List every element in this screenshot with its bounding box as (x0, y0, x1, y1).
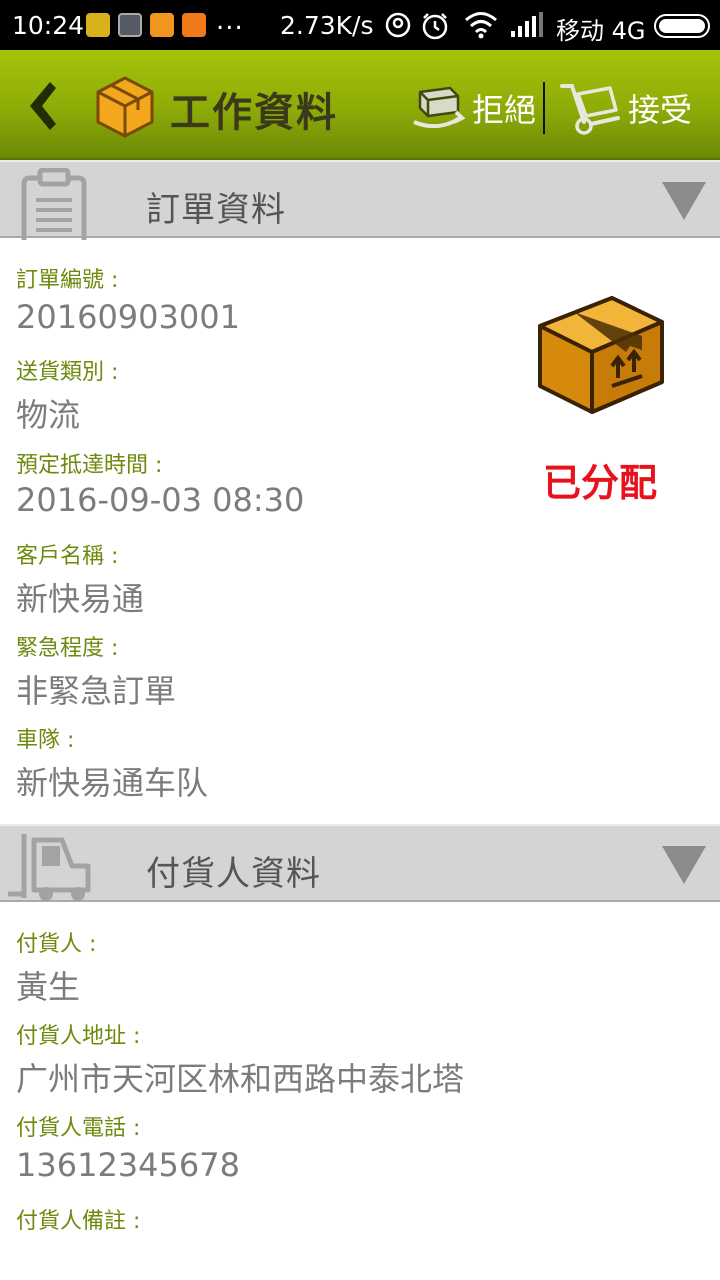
delivery-type-label: 送貨類別 : (16, 360, 119, 385)
order-number-label: 訂單編號 : (16, 268, 119, 293)
toolbar-divider (543, 82, 545, 134)
shipper-section-title: 付貨人資料 (146, 854, 321, 894)
chevron-down-icon[interactable] (660, 180, 708, 222)
order-number-value: 20160903001 (16, 298, 240, 336)
fleet-label: 車隊 : (16, 728, 75, 753)
status-time: 10:24 (12, 11, 85, 40)
signal-icon (511, 12, 543, 37)
chevron-down-icon[interactable] (660, 844, 708, 886)
app-bar: 工作資料 拒絕 接受 (0, 50, 720, 160)
fitness-notification-icon (150, 13, 174, 37)
back-button[interactable] (20, 78, 64, 134)
shipper-remarks-label: 付貨人備註 : (16, 1209, 141, 1234)
shipper-address-label: 付貨人地址 : (16, 1024, 141, 1049)
forklift-icon (8, 834, 91, 901)
shipper-address-value: 广州市天河区林和西路中泰北塔 (16, 1060, 465, 1098)
order-section-title: 訂單資料 (146, 190, 286, 230)
fleet-value: 新快易通车队 (16, 764, 209, 802)
shipper-name-label: 付貨人 : (16, 932, 97, 957)
eta-value: 2016-09-03 08:30 (16, 481, 305, 519)
page-title: 工作資料 (170, 90, 338, 136)
accept-label: 接受 (628, 91, 693, 129)
wifi-icon (465, 12, 497, 39)
clipboard-icon (21, 168, 87, 240)
box-status-icon (538, 296, 664, 414)
order-status-badge: 已分配 (543, 461, 658, 505)
taobao-notification-icon (182, 13, 206, 37)
eta-label: 預定抵達時間 : (16, 453, 163, 478)
accept-button[interactable]: 接受 (558, 80, 692, 136)
order-section-header[interactable]: 訂單資料 (0, 160, 720, 240)
carrier-label: 移动 4G (556, 17, 646, 45)
shipper-section-header[interactable]: 付貨人資料 (0, 824, 720, 902)
reject-label: 拒絕 (472, 91, 537, 129)
shipper-phone-label: 付貨人電話 : (16, 1116, 141, 1141)
more-notifications-icon: ... (216, 6, 244, 36)
urgency-value: 非緊急訂單 (16, 672, 177, 710)
gallery-notification-icon (118, 13, 142, 37)
alarm-icon (422, 13, 448, 40)
app-notification-icon (86, 13, 110, 37)
shipper-name-value: 黃生 (16, 968, 81, 1006)
package-icon (96, 76, 154, 138)
sync-icon (385, 12, 411, 38)
battery-icon (654, 14, 710, 38)
delivery-type-value: 物流 (16, 396, 81, 434)
reject-button[interactable]: 拒絕 (410, 84, 536, 132)
network-speed: 2.73K/s (280, 11, 374, 40)
customer-name-value: 新快易通 (16, 580, 145, 618)
urgency-label: 緊急程度 : (16, 636, 119, 661)
hand-truck-icon (560, 84, 620, 135)
status-bar: 10:24 ... 2.73K/s 移动 4G (0, 0, 720, 50)
shipper-phone-value: 13612345678 (16, 1146, 240, 1184)
customer-name-label: 客戶名稱 : (16, 544, 119, 569)
return-box-icon (413, 86, 466, 129)
